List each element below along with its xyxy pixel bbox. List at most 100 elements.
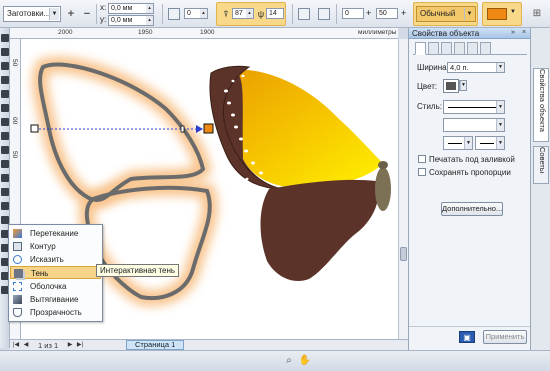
table-tool-icon[interactable]	[1, 188, 9, 196]
last-page-icon[interactable]: ▶|	[76, 341, 84, 349]
shadow-end-handle[interactable]	[203, 123, 214, 134]
text-tab-icon[interactable]	[441, 42, 452, 55]
docker-tab-strip	[413, 42, 527, 55]
flyout-item-transparency[interactable]: Прозрачность	[10, 306, 101, 319]
property-bar: Заготовки... ▼ + − x: 0,0 мм ▴ y: 0,0 мм…	[0, 0, 550, 28]
flyout-item-label: Перетекание	[30, 229, 79, 238]
prev-page-icon[interactable]: ◀	[22, 341, 30, 349]
line-icon	[448, 143, 462, 144]
flyout-item-label: Прозрачность	[30, 308, 82, 317]
flyout-item-distort[interactable]: Исказить	[10, 253, 101, 266]
hand-icon[interactable]: ✋	[298, 354, 312, 368]
shadow-color-swatch[interactable]	[487, 8, 507, 20]
shadow-start-handle[interactable]	[30, 124, 39, 133]
feather-edges-icon[interactable]	[318, 8, 330, 20]
shadow-opacity-slider[interactable]	[180, 125, 185, 133]
collapse-icon[interactable]: »	[509, 29, 517, 37]
preset-select[interactable]: Заготовки... ▼	[3, 6, 61, 22]
flyout-item-blend[interactable]: Перетекание	[10, 227, 101, 240]
feather-direction-icon[interactable]	[298, 8, 310, 20]
end-arrow-select[interactable]: ▼	[475, 136, 505, 150]
flyout-item-label: Оболочка	[30, 282, 67, 291]
chevron-down-icon[interactable]: ▼	[510, 9, 516, 15]
butterfly[interactable]	[209, 65, 391, 281]
basic-shapes-tool-icon[interactable]	[1, 160, 9, 168]
docker-side-tabs: Свойства объекта Советы	[530, 28, 550, 350]
color-dropdown[interactable]: ▼	[459, 80, 467, 91]
tab-hints[interactable]: Советы	[533, 146, 549, 184]
spinner-icon[interactable]: ▴	[200, 9, 207, 18]
horizontal-ruler[interactable]: 2000 1950 1900 миллиметры	[10, 28, 398, 39]
shadow-icon	[14, 269, 23, 278]
advanced-button[interactable]: Дополнительно...	[441, 202, 503, 216]
spinner-icon[interactable]: ▴	[146, 4, 153, 13]
flyout-item-extrude[interactable]: Вытягивание	[10, 293, 101, 306]
feather-input[interactable]: 14	[266, 8, 284, 19]
first-page-icon[interactable]: |◀	[12, 341, 20, 349]
corner-style-select[interactable]: ▼	[443, 118, 505, 132]
tab-label: Советы	[538, 147, 547, 174]
pick-tool-icon[interactable]	[1, 34, 9, 42]
copy-shadow-icon[interactable]: ⊞	[530, 7, 544, 21]
y-position-value: 0,0 мм	[111, 17, 133, 24]
width-select[interactable]: 4,0 п. ▼	[447, 62, 505, 73]
flyout-item-envelope[interactable]: Оболочка	[10, 280, 101, 293]
rectangle-tool-icon[interactable]	[1, 118, 9, 126]
spinner-icon[interactable]: ▴	[146, 16, 153, 25]
offset-input[interactable]: 0	[342, 8, 364, 19]
outline-color-picker[interactable]	[443, 79, 459, 93]
lock-icon[interactable]: ▣	[459, 331, 475, 343]
remove-preset-button[interactable]: −	[80, 7, 94, 21]
separator	[162, 4, 163, 24]
stretch-input[interactable]: 50	[376, 8, 398, 19]
polygon-tool-icon[interactable]	[1, 146, 9, 154]
dimension-tool-icon[interactable]	[1, 202, 9, 210]
page-counter: 1 из 1	[38, 341, 59, 350]
flyout-item-shadow[interactable]: Тень	[10, 266, 101, 279]
keep-proportions-checkbox[interactable]	[418, 168, 426, 176]
close-icon[interactable]: ×	[520, 29, 528, 37]
arrow-right-icon	[196, 125, 203, 133]
start-arrow-select[interactable]: ▼	[443, 136, 473, 150]
text-tool-icon[interactable]	[1, 174, 9, 182]
vertical-scrollbar[interactable]	[398, 39, 408, 339]
freehand-tool-icon[interactable]	[1, 90, 9, 98]
connector-tool-icon[interactable]	[1, 216, 9, 224]
page-tab[interactable]: Страница 1	[126, 340, 185, 350]
behind-fill-label: Печатать под заливкой	[429, 155, 515, 164]
shape-tool-icon[interactable]	[1, 48, 9, 56]
summary-tab-icon[interactable]	[467, 42, 478, 55]
line-style-select[interactable]: ▼	[443, 100, 505, 114]
chevron-down-icon: ▼	[464, 137, 472, 149]
ellipse-tool-icon[interactable]	[1, 132, 9, 140]
separator	[292, 4, 293, 24]
outline-tab-icon[interactable]	[428, 42, 439, 55]
opacity-input[interactable]: 87 ▴	[232, 8, 254, 19]
blend-mode-select[interactable]: Обычный ▼	[416, 6, 476, 22]
next-page-icon[interactable]: ▶	[66, 341, 74, 349]
zoom-tool-icon[interactable]	[1, 76, 9, 84]
general-tab-icon[interactable]	[480, 42, 491, 55]
chevron-down-icon: ▼	[496, 63, 504, 72]
tab-object-properties[interactable]: Свойства объекта	[533, 68, 549, 142]
smart-fill-tool-icon[interactable]	[1, 104, 9, 112]
transparency-value: 0	[187, 10, 191, 17]
zoom-icon[interactable]: ⌕	[282, 354, 296, 368]
internet-tab-icon[interactable]	[454, 42, 465, 55]
x-position-input[interactable]: 0,0 мм ▴	[108, 3, 154, 14]
stretch-slider-icon[interactable]: +	[401, 8, 406, 18]
crop-tool-icon[interactable]	[1, 62, 9, 70]
add-preset-button[interactable]: +	[64, 7, 78, 21]
spinner-icon[interactable]: ▴	[246, 9, 253, 18]
y-position-input[interactable]: 0,0 мм ▴	[108, 15, 154, 26]
shadow-preset-icon[interactable]	[168, 8, 180, 20]
fill-tab-icon[interactable]	[415, 42, 426, 55]
scrollbar-thumb[interactable]	[400, 247, 407, 261]
behind-fill-checkbox[interactable]	[418, 155, 426, 163]
slider-icon[interactable]: +	[366, 8, 371, 18]
object-properties-docker: Свойства объекта » × Ширина: 4,0 п. ▼ Цв…	[408, 28, 531, 350]
transparency-input[interactable]: 0 ▴	[184, 8, 208, 19]
offset-value: 0	[345, 10, 349, 17]
flyout-item-contour[interactable]: Контур	[10, 240, 101, 253]
apply-button[interactable]: Применить	[483, 330, 527, 344]
